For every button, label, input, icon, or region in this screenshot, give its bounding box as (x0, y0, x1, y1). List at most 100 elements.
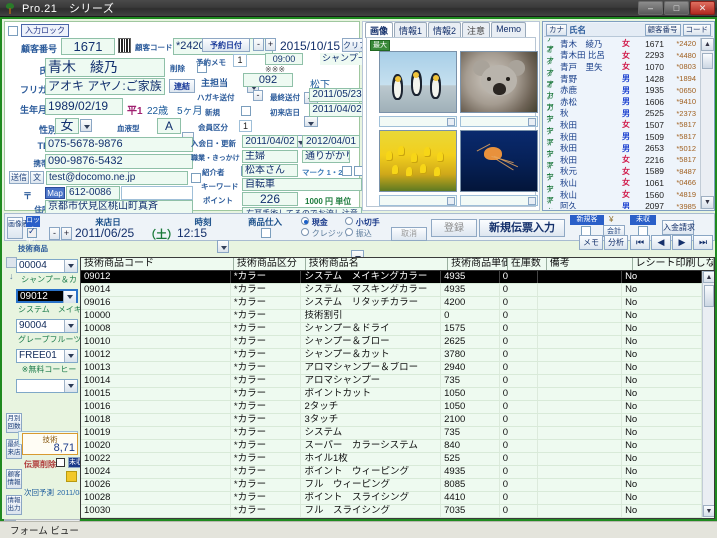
grid-column-header[interactable]: 技術商品コード (81, 258, 234, 270)
product-grid-body[interactable]: 09012 *カラー システム メイキングカラー 4935 0 No 09014 *カラー シス… (81, 271, 702, 518)
grid-column-header[interactable]: 技術商品区分 (234, 258, 306, 270)
tab-image[interactable]: 画像 (365, 22, 394, 38)
reservation-slot-no[interactable]: 1 (233, 54, 247, 67)
product-grid[interactable]: 技術商品コード技術商品区分技術商品名技術商品単価在庫数備考レシート印刷しない 0… (80, 257, 715, 519)
last-send-date[interactable]: 2011/05/23 (309, 88, 365, 102)
sex-dropdown-icon[interactable] (80, 119, 92, 132)
chevron-down-icon[interactable] (63, 291, 76, 303)
koala-photo[interactable] (460, 51, 538, 113)
grid-column-header[interactable]: 技術商品単価 (448, 258, 508, 270)
grid-row[interactable]: 10028 *カラー ポイント スライシング 4410 0 No (81, 492, 702, 505)
customer-info-button[interactable]: 顧客 情報 (6, 469, 22, 489)
slip-delete-checkbox[interactable] (56, 458, 65, 467)
scroll-thumb[interactable] (702, 53, 713, 69)
send-mail-button[interactable]: 送信 (9, 171, 29, 184)
grid-row[interactable]: 10014 *カラー アロマシャンプー 735 0 No (81, 375, 702, 388)
jellyfish-caption-field[interactable] (460, 195, 538, 206)
pay-transfer-radio[interactable] (345, 228, 353, 236)
pay-credit-radio[interactable] (301, 228, 309, 236)
tulips-photo[interactable] (379, 130, 457, 192)
maximize-photo-button[interactable]: 最大 (370, 40, 390, 51)
koala-caption-checkbox[interactable] (528, 118, 536, 126)
close-button[interactable]: ✕ (690, 1, 715, 15)
grid-row[interactable]: 10016 *カラー 2タッチ 1050 0 No (81, 401, 702, 414)
point-value[interactable]: 226 (242, 192, 298, 206)
code-column-header[interactable]: コード (682, 23, 711, 36)
koala-caption-field[interactable] (460, 116, 538, 127)
edit-pencil-icon[interactable] (66, 471, 77, 482)
tech-product-select-2[interactable]: 90004 (16, 319, 78, 333)
name-field[interactable]: 青木 綾乃 (45, 58, 165, 77)
tech-product-select-4[interactable] (16, 379, 78, 393)
grid-scroll-down-icon[interactable]: ▼ (703, 505, 714, 517)
time-dropdown-icon[interactable] (217, 240, 229, 253)
reservation-time[interactable]: 09:00 (265, 53, 303, 65)
memo-button[interactable]: メモ (579, 235, 603, 250)
grid-row[interactable]: 10000 *カラー 技術割引 0 0 No (81, 310, 702, 323)
grid-row[interactable]: 10008 *カラー シャンプー＆ドライ 1575 0 No (81, 323, 702, 336)
clear-button[interactable]: クリア (342, 38, 367, 52)
nav-first-button[interactable]: ⏮ (630, 235, 650, 250)
visit-date-minus[interactable]: - (49, 227, 60, 240)
tel-field[interactable]: 075-5678-9876 (45, 137, 193, 152)
join-date-value[interactable]: 2011/04/02 (242, 135, 298, 148)
tab-info2[interactable]: 情報2 (428, 22, 462, 38)
grid-row[interactable]: 10026 *カラー フル ウィーピング 8085 0 No (81, 479, 702, 492)
reservation-date-minus[interactable]: - (253, 38, 264, 51)
kana-sort-button[interactable]: カナ (546, 23, 567, 36)
grid-row[interactable]: 10030 *カラー フル スライシング 7035 0 No (81, 505, 702, 518)
customer-list-item[interactable]: アキ 秋田男 1509 *5817 (544, 127, 700, 147)
reservation-date-plus[interactable]: + (265, 38, 276, 51)
customer-no-field[interactable]: 1671 (61, 38, 115, 55)
email-field[interactable]: test@docomo.ne.jp (46, 171, 188, 185)
text-button[interactable]: 文 (30, 171, 44, 184)
mobile-field[interactable]: 090-9876-5432 (45, 154, 193, 169)
tab-info1[interactable]: 情報1 (394, 22, 428, 38)
penguins-caption-field[interactable] (379, 116, 457, 127)
mark1-checkbox[interactable] (342, 166, 352, 176)
pay-transfer-option[interactable]: 振込 (345, 228, 372, 239)
customer-list-item[interactable]: アキ秋男 2525 *2373 (544, 103, 700, 123)
cancel-button[interactable]: 取消 (391, 227, 427, 241)
customer-list-rows[interactable]: アオ 青木 綾乃女 1671 *2420 アオ 青木田 比呂女 2293 *4480 アオ 青戸 … (544, 38, 700, 209)
postcard-spinner[interactable]: - (253, 90, 263, 101)
grid-row[interactable]: 10022 *カラー ホイル1枚 525 0 No (81, 453, 702, 466)
visit-date-plus[interactable]: + (61, 227, 72, 240)
tech-product-select-3[interactable]: FREE01 (16, 349, 78, 363)
reservation-date-button[interactable]: 予約日付 (202, 38, 250, 52)
chevron-down-icon[interactable] (64, 350, 77, 362)
job-value[interactable]: 主婦 (242, 150, 298, 163)
first-visit-date[interactable]: 2011/04/02 (309, 103, 365, 117)
product-grid-scrollbar[interactable]: ▲ ▼ (702, 271, 714, 517)
tech-product-select-0[interactable]: 00004 (16, 259, 78, 273)
grid-row[interactable]: 10024 *カラー ポイント ウィーピング 4935 0 No (81, 466, 702, 479)
tab-memo[interactable]: Memo (491, 22, 527, 38)
map-button[interactable]: Map (45, 187, 65, 199)
chevron-down-icon[interactable] (64, 320, 77, 332)
nav-last-button[interactable]: ⏭ (693, 235, 713, 250)
grid-column-header[interactable]: 技術商品名 (306, 258, 449, 270)
grid-row[interactable]: 10018 *カラー 3タッチ 2100 0 No (81, 414, 702, 427)
member-class-value[interactable]: 1 (239, 120, 252, 132)
nav-prev-button[interactable]: ◀ (651, 235, 671, 250)
input-lock-checkbox[interactable] (8, 25, 18, 36)
photo-list-button[interactable]: 画像表 (7, 217, 29, 239)
lock-checkbox[interactable] (27, 226, 37, 238)
minimize-button[interactable]: – (638, 1, 663, 15)
input-lock-label[interactable]: 入力ロック (21, 24, 69, 37)
grid-row[interactable]: 10020 *カラー スーパー カラーシステム 840 0 No (81, 440, 702, 453)
sex-field[interactable]: 女 (55, 118, 79, 134)
jellyfish-caption-checkbox[interactable] (528, 197, 536, 205)
scroll-down-icon[interactable]: ▼ (701, 196, 714, 209)
customer-list-item[interactable]: アオ 青木田 比呂女 2293 *4480 (544, 45, 700, 65)
pay-cash-option[interactable]: 現金 (301, 217, 328, 228)
address1-field[interactable]: 京都市伏見区桃山町真斉 (45, 200, 193, 214)
grid-scroll-up-icon[interactable]: ▲ (703, 271, 714, 283)
tulips-caption-checkbox[interactable] (447, 197, 455, 205)
customer-no-column-header[interactable]: 顧客番号 (644, 23, 681, 36)
jellyfish-photo[interactable] (460, 130, 538, 192)
customer-list-item[interactable]: アオ 青野男 1428 *1894 (544, 69, 700, 89)
monthly-count-button[interactable]: 月別 回数 (6, 413, 22, 433)
pay-cash-radio[interactable] (301, 217, 309, 225)
tab-caution[interactable]: 注意 (462, 22, 491, 41)
